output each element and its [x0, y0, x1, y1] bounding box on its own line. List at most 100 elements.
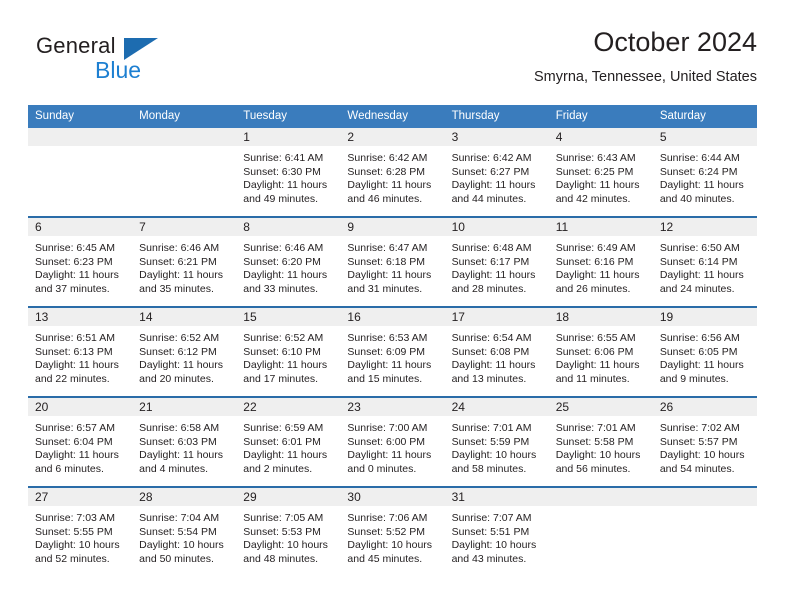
- calendar-day-cell[interactable]: 17 Sunrise: 6:54 AM Sunset: 6:08 PM Dayligh…: [444, 306, 549, 397]
- day-details: Sunrise: 7:04 AM Sunset: 5:54 PM Daylight:…: [132, 506, 236, 566]
- calendar-day-cell[interactable]: 8 Sunrise: 6:46 AM Sunset: 6:20 PM Daylight…: [236, 216, 341, 307]
- daylight-line-1: Daylight: 10 hours: [35, 539, 120, 552]
- day-number: 26: [652, 398, 757, 416]
- day-details: Sunrise: 6:56 AM Sunset: 6:05 PM Daylight:…: [653, 326, 757, 386]
- calendar-day-cell[interactable]: 7 Sunrise: 6:46 AM Sunset: 6:21 PM Daylight…: [132, 216, 237, 307]
- calendar-day-cell[interactable]: 4 Sunrise: 6:43 AM Sunset: 6:25 PM Daylight…: [548, 128, 653, 217]
- day-number: [652, 488, 757, 506]
- daylight-line-1: Daylight: 11 hours: [347, 449, 432, 462]
- calendar-day-cell[interactable]: 11 Sunrise: 6:49 AM Sunset: 6:16 PM Dayligh…: [548, 216, 653, 307]
- sunrise-time: Sunrise: 6:55 AM: [555, 332, 636, 344]
- day-details: Sunrise: 6:46 AM Sunset: 6:20 PM Daylight:…: [236, 236, 340, 296]
- daylight-line-2: and 22 minutes.: [35, 372, 110, 385]
- daylight-line-1: Daylight: 11 hours: [243, 179, 328, 192]
- day-details: Sunrise: 7:07 AM Sunset: 5:51 PM Daylight:…: [445, 506, 549, 566]
- daylight-line-1: Daylight: 11 hours: [347, 269, 432, 282]
- sunset-time: Sunset: 6:10 PM: [243, 345, 321, 358]
- calendar-day-cell-empty: [132, 128, 237, 217]
- day-details: Sunrise: 7:01 AM Sunset: 5:58 PM Daylight:…: [549, 416, 653, 476]
- daylight-line-1: Daylight: 11 hours: [451, 179, 536, 192]
- daylight-line-1: Daylight: 11 hours: [243, 359, 328, 372]
- calendar-day-cell[interactable]: 3 Sunrise: 6:42 AM Sunset: 6:27 PM Daylight…: [444, 128, 549, 217]
- sunset-time: Sunset: 6:14 PM: [659, 255, 738, 268]
- calendar-day-cell[interactable]: 24 Sunrise: 7:01 AM Sunset: 5:59 PM Dayligh…: [444, 396, 549, 487]
- sunset-time: Sunset: 6:09 PM: [347, 345, 426, 358]
- calendar-body: 1 Sunrise: 6:41 AM Sunset: 6:30 PM Daylight…: [28, 128, 757, 576]
- calendar-day-cell[interactable]: 2 Sunrise: 6:42 AM Sunset: 6:28 PM Daylight…: [340, 128, 445, 217]
- calendar-day-cell[interactable]: 12 Sunrise: 6:50 AM Sunset: 6:14 PM Dayligh…: [652, 216, 757, 307]
- daylight-line-2: and 42 minutes.: [555, 192, 631, 205]
- calendar-day-cell[interactable]: 1 Sunrise: 6:41 AM Sunset: 6:30 PM Daylight…: [236, 128, 341, 217]
- calendar-week-row: 27 Sunrise: 7:03 AM Sunset: 5:55 PM Dayligh…: [28, 486, 757, 576]
- sunrise-time: Sunrise: 6:44 AM: [659, 152, 740, 164]
- calendar-day-cell[interactable]: 9 Sunrise: 6:47 AM Sunset: 6:18 PM Daylight…: [340, 216, 445, 307]
- day-number: 22: [236, 398, 341, 416]
- daylight-line-1: Daylight: 11 hours: [139, 269, 223, 282]
- day-number: 24: [444, 398, 549, 416]
- calendar-day-cell[interactable]: 25 Sunrise: 7:01 AM Sunset: 5:58 PM Dayligh…: [548, 396, 653, 487]
- calendar-day-cell[interactable]: 13 Sunrise: 6:51 AM Sunset: 6:13 PM Dayligh…: [28, 306, 133, 397]
- sunrise-time: Sunrise: 6:58 AM: [139, 422, 220, 434]
- calendar-day-cell[interactable]: 30 Sunrise: 7:06 AM Sunset: 5:52 PM Dayligh…: [340, 486, 445, 576]
- daylight-line-2: and 56 minutes.: [555, 462, 631, 475]
- weekday-header-tuesday: Tuesday: [236, 105, 341, 128]
- calendar-day-cell[interactable]: 5 Sunrise: 6:44 AM Sunset: 6:24 PM Daylight…: [652, 128, 757, 217]
- sunrise-time: Sunrise: 7:04 AM: [139, 512, 220, 524]
- sunset-time: Sunset: 6:18 PM: [347, 255, 426, 268]
- calendar-day-cell[interactable]: 31 Sunrise: 7:07 AM Sunset: 5:51 PM Dayligh…: [444, 486, 549, 576]
- daylight-line-1: Daylight: 11 hours: [243, 449, 328, 462]
- daylight-line-2: and 24 minutes.: [659, 282, 735, 295]
- day-details: Sunrise: 6:49 AM Sunset: 6:16 PM Daylight:…: [549, 236, 653, 296]
- day-number: 15: [236, 308, 341, 326]
- weekday-header-sunday: Sunday: [28, 105, 133, 128]
- calendar-page: General Blue October 2024 Smyrna, Tennes…: [0, 0, 792, 612]
- sunrise-time: Sunrise: 6:50 AM: [659, 242, 740, 254]
- calendar-day-cell[interactable]: 14 Sunrise: 6:52 AM Sunset: 6:12 PM Dayligh…: [132, 306, 237, 397]
- sunrise-time: Sunrise: 7:06 AM: [347, 512, 428, 524]
- sunset-time: Sunset: 6:06 PM: [555, 345, 634, 358]
- calendar-day-cell[interactable]: 6 Sunrise: 6:45 AM Sunset: 6:23 PM Daylight…: [28, 216, 133, 307]
- day-number: 27: [28, 488, 133, 506]
- sunset-time: Sunset: 6:28 PM: [347, 165, 426, 178]
- calendar-day-cell[interactable]: 18 Sunrise: 6:55 AM Sunset: 6:06 PM Dayligh…: [548, 306, 653, 397]
- day-details: Sunrise: 6:42 AM Sunset: 6:27 PM Daylight:…: [445, 146, 549, 206]
- calendar-day-cell[interactable]: 26 Sunrise: 7:02 AM Sunset: 5:57 PM Dayligh…: [652, 396, 757, 487]
- daylight-line-2: and 28 minutes.: [451, 282, 527, 295]
- day-number: 28: [132, 488, 237, 506]
- daylight-line-2: and 13 minutes.: [451, 372, 527, 385]
- day-details: Sunrise: 6:48 AM Sunset: 6:17 PM Daylight:…: [445, 236, 549, 296]
- daylight-line-2: and 40 minutes.: [659, 192, 735, 205]
- sunset-time: Sunset: 5:58 PM: [555, 435, 634, 448]
- sunrise-time: Sunrise: 6:56 AM: [659, 332, 740, 344]
- calendar-day-cell[interactable]: 28 Sunrise: 7:04 AM Sunset: 5:54 PM Dayligh…: [132, 486, 237, 576]
- day-number: [548, 488, 653, 506]
- sunset-time: Sunset: 6:21 PM: [139, 255, 217, 268]
- calendar-day-cell[interactable]: 19 Sunrise: 6:56 AM Sunset: 6:05 PM Dayligh…: [652, 306, 757, 397]
- calendar-week-row: 13 Sunrise: 6:51 AM Sunset: 6:13 PM Dayligh…: [28, 306, 757, 397]
- day-number: [28, 128, 133, 146]
- daylight-line-1: Daylight: 11 hours: [347, 359, 432, 372]
- daylight-line-1: Daylight: 10 hours: [347, 539, 433, 552]
- calendar-day-cell[interactable]: 21 Sunrise: 6:58 AM Sunset: 6:03 PM Dayligh…: [132, 396, 237, 487]
- daylight-line-2: and 35 minutes.: [139, 282, 214, 295]
- daylight-line-2: and 4 minutes.: [139, 462, 209, 475]
- day-details: Sunrise: 6:44 AM Sunset: 6:24 PM Daylight:…: [653, 146, 757, 206]
- weekday-header-thursday: Thursday: [444, 105, 549, 128]
- day-number: 1: [236, 128, 341, 146]
- calendar-day-cell[interactable]: 16 Sunrise: 6:53 AM Sunset: 6:09 PM Dayligh…: [340, 306, 445, 397]
- day-number: 13: [28, 308, 133, 326]
- sunrise-time: Sunrise: 6:43 AM: [555, 152, 636, 164]
- sunrise-time: Sunrise: 6:54 AM: [451, 332, 532, 344]
- sunset-time: Sunset: 6:16 PM: [555, 255, 634, 268]
- calendar-day-cell[interactable]: 15 Sunrise: 6:52 AM Sunset: 6:10 PM Dayligh…: [236, 306, 341, 397]
- calendar-day-cell[interactable]: 10 Sunrise: 6:48 AM Sunset: 6:17 PM Dayligh…: [444, 216, 549, 307]
- calendar-day-cell[interactable]: 23 Sunrise: 7:00 AM Sunset: 6:00 PM Dayligh…: [340, 396, 445, 487]
- day-details: Sunrise: 7:00 AM Sunset: 6:00 PM Daylight:…: [340, 416, 444, 476]
- calendar-day-cell[interactable]: 27 Sunrise: 7:03 AM Sunset: 5:55 PM Dayligh…: [28, 486, 133, 576]
- calendar-day-cell[interactable]: 22 Sunrise: 6:59 AM Sunset: 6:01 PM Dayligh…: [236, 396, 341, 487]
- calendar-day-cell[interactable]: 29 Sunrise: 7:05 AM Sunset: 5:53 PM Dayligh…: [236, 486, 341, 576]
- daylight-line-1: Daylight: 11 hours: [347, 179, 432, 192]
- calendar-day-cell-empty: [652, 486, 757, 576]
- calendar-day-cell[interactable]: 20 Sunrise: 6:57 AM Sunset: 6:04 PM Dayligh…: [28, 396, 133, 487]
- sunset-time: Sunset: 6:04 PM: [35, 435, 113, 448]
